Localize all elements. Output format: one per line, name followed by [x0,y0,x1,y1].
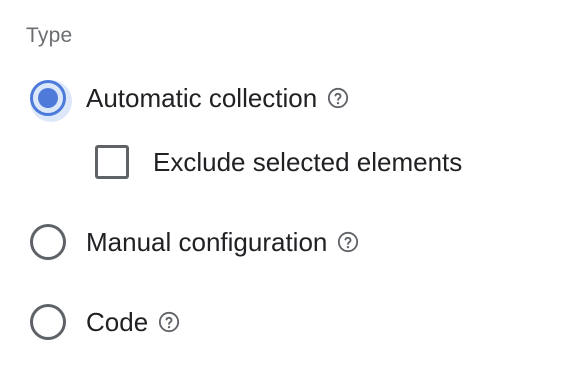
radio-option-automatic-collection[interactable]: Automatic collection [30,80,349,122]
radio-code[interactable] [30,304,66,340]
radio-focus-halo [30,80,72,122]
exclude-selected-elements-option[interactable]: Exclude selected elements [95,145,462,179]
type-section-label: Type [26,24,73,47]
automatic-collection-label: Automatic collection [86,82,318,113]
code-label: Code [86,306,149,337]
manual-configuration-label: Manual configuration [86,226,328,257]
exclude-selected-elements-label: Exclude selected elements [153,146,463,177]
radio-option-code[interactable]: Code [30,304,180,340]
help-icon[interactable] [337,231,359,253]
exclude-selected-elements-checkbox[interactable] [95,145,129,179]
type-settings-panel: Type Automatic collection Exclude select… [0,0,576,376]
cut-off-description [26,0,566,4]
radio-option-manual-configuration[interactable]: Manual configuration [30,224,359,260]
radio-manual-configuration[interactable] [30,224,66,260]
radio-automatic-collection[interactable] [30,80,72,122]
help-icon[interactable] [327,87,349,109]
help-icon[interactable] [158,311,180,333]
